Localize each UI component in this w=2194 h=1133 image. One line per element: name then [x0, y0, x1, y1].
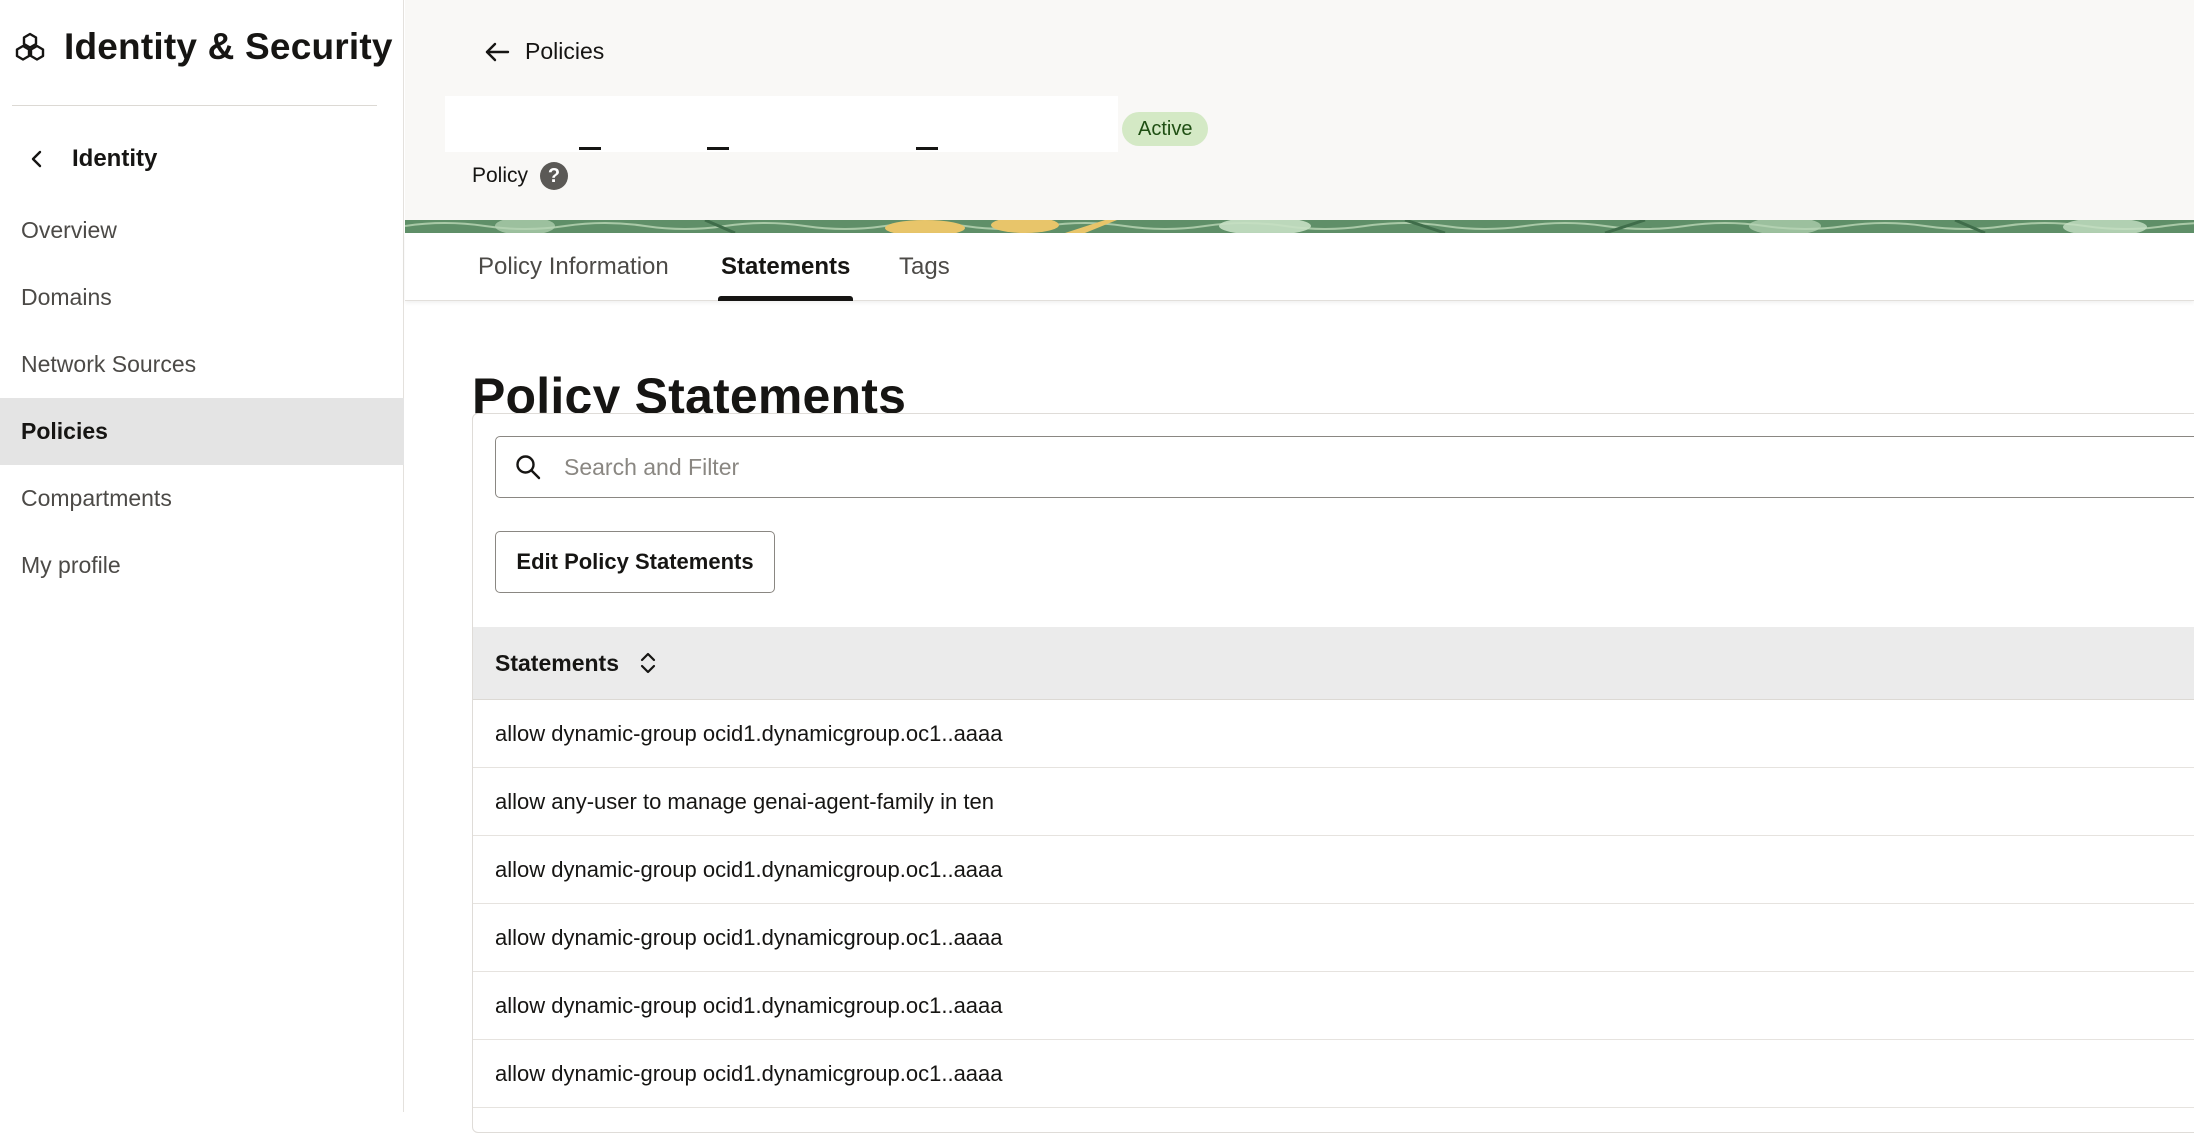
sidebar-item-compartments[interactable]: Compartments [0, 465, 404, 532]
page-header: Policies Active Policy ? [405, 0, 2194, 220]
resource-type: Policy ? [472, 162, 569, 190]
table-header: Statements [473, 627, 2194, 700]
sort-icon[interactable] [637, 649, 659, 677]
cubes-logo-icon [15, 32, 45, 61]
redaction-mark [707, 147, 729, 150]
tab-tags[interactable]: Tags [899, 233, 950, 301]
statement-text: allow dynamic-group ocid1.dynamicgroup.o… [495, 720, 1003, 746]
table-row[interactable]: allow dynamic-group ocid1.dynamicgroup.o… [473, 904, 2194, 972]
search-bar[interactable] [495, 436, 2194, 498]
policy-name-redacted [445, 96, 1118, 152]
help-icon[interactable]: ? [540, 162, 569, 190]
brand: Identity & Security [14, 26, 393, 68]
breadcrumb-label: Policies [525, 38, 605, 64]
back-to-identity-link[interactable]: Identity [28, 145, 157, 173]
main-content: Policies Active Policy ? Policy Informat… [405, 0, 2194, 1133]
statement-text: allow dynamic-group ocid1.dynamicgroup.o… [495, 992, 1003, 1018]
back-to-policies-link[interactable]: Policies [483, 38, 604, 65]
edit-policy-statements-button[interactable]: Edit Policy Statements [495, 531, 775, 593]
status-badge: Active [1122, 112, 1209, 146]
sidebar-divider [12, 105, 377, 106]
statement-text: allow any-user to manage genai-agent-fam… [495, 788, 994, 814]
chevron-left-icon [31, 150, 42, 168]
table-row[interactable]: allow any-user to manage genai-agent-fam… [473, 768, 2194, 836]
app-title: Identity & Security [64, 26, 393, 67]
arrow-left-icon [485, 42, 510, 61]
statement-text: allow dynamic-group ocid1.dynamicgroup.o… [495, 924, 1003, 950]
statement-text: allow dynamic-group ocid1.dynamicgroup.o… [495, 1060, 1003, 1086]
column-header-statements: Statements [495, 649, 619, 676]
tab-policy-information[interactable]: Policy Information [478, 233, 669, 301]
sidebar: Identity & Security Identity Overview Do… [0, 0, 404, 1112]
sidebar-item-domains[interactable]: Domains [0, 264, 404, 331]
resource-type-label: Policy [472, 164, 529, 187]
sidebar-item-my-profile[interactable]: My profile [0, 532, 404, 599]
table-row[interactable]: allow dynamic-group ocid1.dynamicgroup.o… [473, 836, 2194, 904]
sidebar-item-policies[interactable]: Policies [0, 398, 404, 465]
tab-statements[interactable]: Statements [717, 233, 854, 301]
sidebar-item-overview[interactable]: Overview [0, 197, 404, 264]
redaction-mark [916, 147, 938, 150]
search-input[interactable] [562, 452, 1962, 482]
sidebar-item-network-sources[interactable]: Network Sources [0, 331, 404, 398]
sidebar-nav: Overview Domains Network Sources Policie… [0, 197, 404, 599]
redaction-mark [579, 147, 601, 150]
statement-text: allow dynamic-group ocid1.dynamicgroup.o… [495, 856, 1003, 882]
table-row[interactable]: allow dynamic-group ocid1.dynamicgroup.o… [473, 1040, 2194, 1108]
decorative-banner [405, 220, 2194, 233]
table-row[interactable]: allow dynamic-group ocid1.dynamicgroup.o… [473, 700, 2194, 768]
table-row[interactable]: allow dynamic-group ocid1.dynamicgroup.o… [473, 972, 2194, 1040]
statements-table-body: allow dynamic-group ocid1.dynamicgroup.o… [473, 700, 2194, 1108]
search-icon [516, 455, 541, 480]
sidebar-section-label: Identity [72, 145, 158, 172]
tab-bar: Policy Information Statements Tags [405, 233, 2194, 301]
